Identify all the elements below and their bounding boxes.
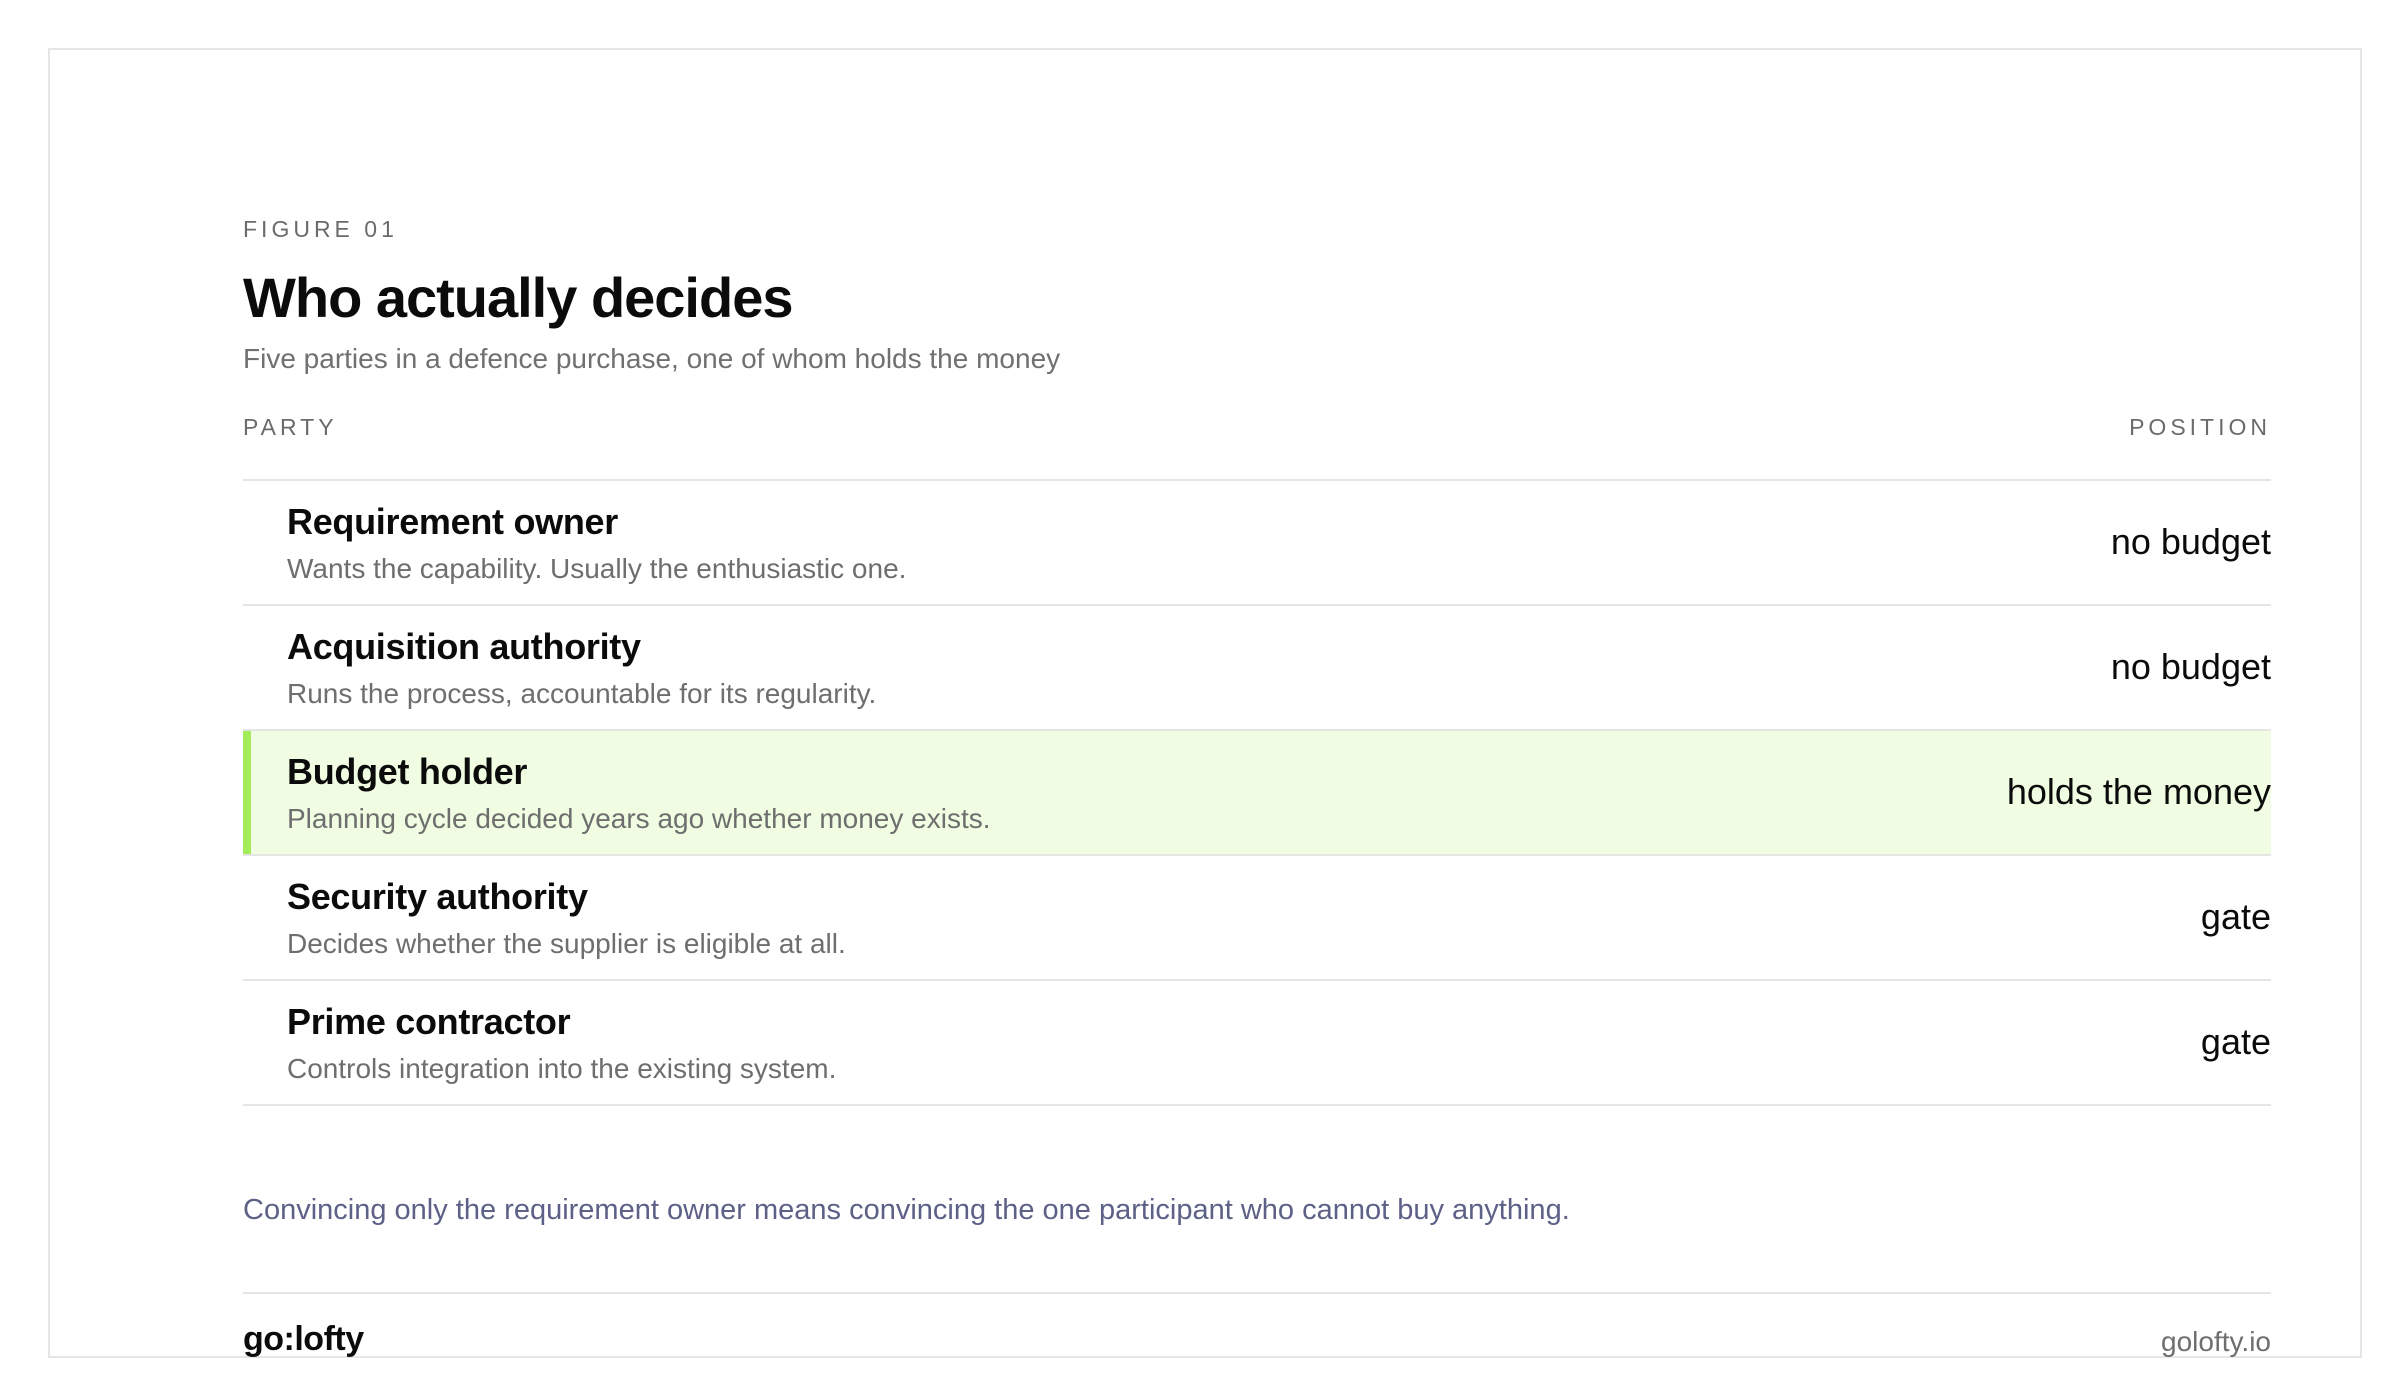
party-position: no budget <box>2110 646 2271 687</box>
party-name: Budget holder <box>287 751 528 792</box>
column-header-party: PARTY <box>243 414 338 440</box>
column-header-position: POSITION <box>2129 414 2271 440</box>
table-row-prime-contractor: Prime contractor Controls integration in… <box>243 981 2271 1106</box>
brand-logo: go:lofty <box>243 1320 364 1358</box>
figure-label: FIGURE 01 <box>243 216 398 242</box>
table-row-security-authority: Security authority Decides whether the s… <box>243 856 2271 981</box>
party-name: Requirement owner <box>287 501 618 542</box>
table-row-acquisition-authority: Acquisition authority Runs the process, … <box>243 606 2271 731</box>
figure-title: Who actually decides <box>243 266 793 329</box>
party-name: Prime contractor <box>287 1001 571 1042</box>
table-row-requirement-owner: Requirement owner Wants the capability. … <box>243 481 2271 606</box>
figure-subtitle: Five parties in a defence purchase, one … <box>243 343 1061 374</box>
party-position: gate <box>2200 896 2271 937</box>
party-position: holds the money <box>2006 771 2271 812</box>
figure-note: Convincing only the requirement owner me… <box>243 1194 1570 1226</box>
party-name: Security authority <box>287 876 588 917</box>
parties-table: Requirement owner Wants the capability. … <box>243 479 2271 1106</box>
party-position: gate <box>2200 1021 2271 1062</box>
figure-card: FIGURE 01 Who actually decides Five part… <box>48 48 2362 1358</box>
party-description: Runs the process, accountable for its re… <box>287 678 877 709</box>
site-url: golofty.io <box>2161 1326 2271 1357</box>
table-row-budget-holder: Budget holder Planning cycle decided yea… <box>243 731 2271 856</box>
party-position: no budget <box>2110 521 2271 562</box>
party-name: Acquisition authority <box>287 626 641 667</box>
table-header: PARTY POSITION <box>243 414 2271 454</box>
party-description: Decides whether the supplier is eligible… <box>287 928 846 959</box>
party-description: Planning cycle decided years ago whether… <box>287 803 991 834</box>
party-description: Wants the capability. Usually the enthus… <box>287 553 907 584</box>
party-description: Controls integration into the existing s… <box>287 1053 837 1084</box>
footer-divider <box>243 1292 2271 1294</box>
